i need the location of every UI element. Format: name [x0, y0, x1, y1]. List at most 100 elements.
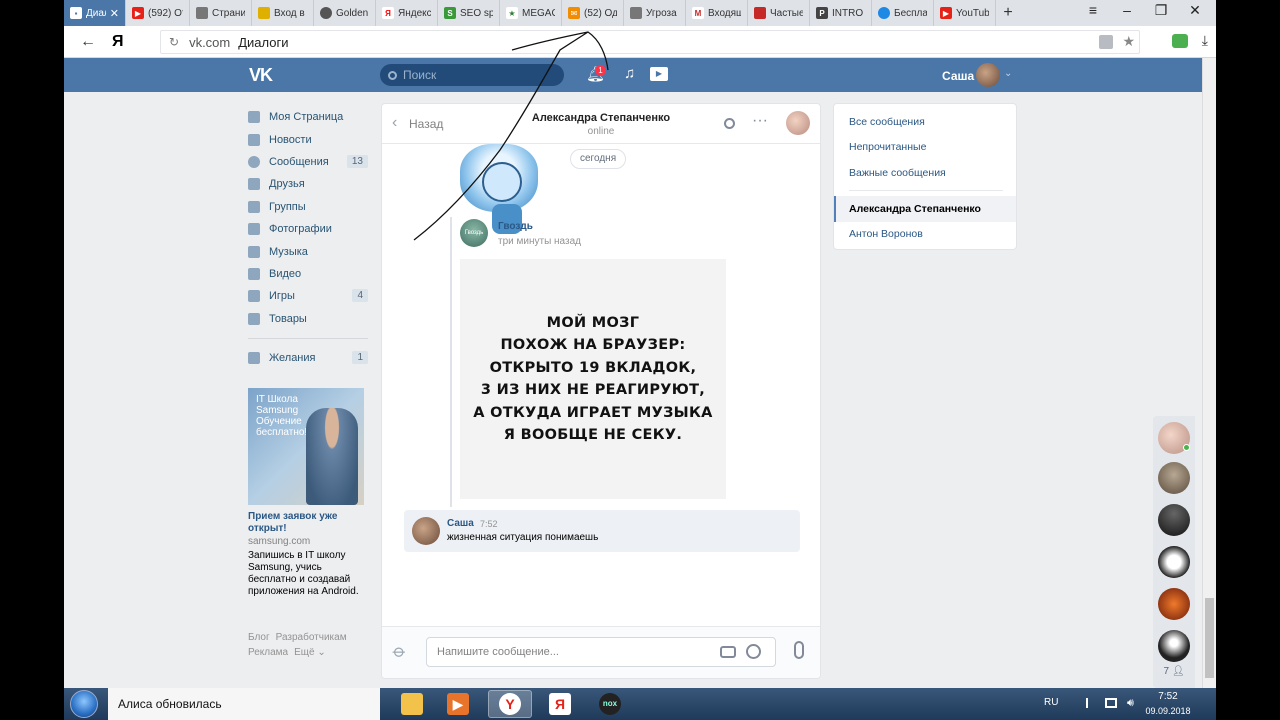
conversation-item-active[interactable]: Александра Степанченко: [834, 196, 1016, 222]
page-scrollbar[interactable]: [1202, 58, 1216, 688]
browser-tab-dialogs[interactable]: ▪ Диал ✕: [64, 0, 126, 26]
microphone-icon[interactable]: [794, 641, 804, 659]
minimize-icon[interactable]: –: [1112, 2, 1142, 18]
browser-tab[interactable]: Бесплат: [872, 0, 934, 26]
filter-important[interactable]: Важные сообщения: [834, 160, 1016, 186]
avatar[interactable]: [412, 517, 440, 545]
avatar[interactable]: [1158, 588, 1190, 620]
browser-tab[interactable]: Частые: [748, 0, 810, 26]
browser-tab[interactable]: P INTRO: [810, 0, 872, 26]
back-arrow-icon[interactable]: ←: [64, 33, 112, 51]
filter-all-messages[interactable]: Все сообщения: [834, 109, 1016, 135]
browser-tab[interactable]: ▶ YouTub: [934, 0, 996, 26]
taskbar-explorer[interactable]: [390, 690, 434, 718]
sidebar-item-my-page[interactable]: Моя Страница: [248, 106, 368, 128]
sidebar-item-groups[interactable]: Группы: [248, 196, 368, 218]
search-input[interactable]: Поиск: [380, 64, 564, 86]
taskbar-notification[interactable]: Алиса обновилась: [108, 688, 380, 720]
filter-unread[interactable]: Непрочитанные: [834, 134, 1016, 160]
download-icon[interactable]: ⤓: [1202, 32, 1208, 49]
footer-link-blog[interactable]: Блог: [248, 632, 270, 643]
page-favicon-icon: [196, 7, 208, 19]
avatar[interactable]: [786, 111, 810, 135]
browser-tab[interactable]: Я Яндекс: [376, 0, 438, 26]
url-field[interactable]: ↻ vk.com Диалоги ★: [160, 30, 1140, 54]
taskbar-yandex-browser[interactable]: Y: [488, 690, 532, 718]
meme-line: Я ВООБЩЕ НЕ СЕКУ.: [503, 427, 683, 443]
browser-tab[interactable]: M Входящ: [686, 0, 748, 26]
avatar[interactable]: Гвоздь: [460, 219, 488, 247]
sidebar-item-music[interactable]: Музыка: [248, 240, 368, 262]
new-tab-button[interactable]: +: [996, 4, 1020, 22]
avatar[interactable]: [1158, 504, 1190, 536]
ad-image[interactable]: IT Школа Samsung Обучение бесплатно!: [248, 388, 364, 505]
vk-logo[interactable]: VK: [249, 65, 273, 86]
browser-tab[interactable]: Вход в: [252, 0, 314, 26]
clock-time[interactable]: 7:52: [1144, 691, 1192, 702]
sidebar-item-photos[interactable]: Фотографии: [248, 218, 368, 240]
taskbar-yandex[interactable]: Я: [538, 690, 582, 718]
tab-label: Вход в: [274, 7, 305, 19]
scrollbar-thumb[interactable]: [1205, 598, 1214, 678]
browser-tab[interactable]: Golden: [314, 0, 376, 26]
footer-link-ads[interactable]: Реклама: [248, 647, 288, 658]
sidebar-item-news[interactable]: Новости: [248, 128, 368, 150]
clock-date[interactable]: 09.09.2018: [1144, 706, 1192, 716]
volume-icon[interactable]: 🔊︎: [1127, 697, 1134, 710]
close-window-icon[interactable]: ✕: [1180, 2, 1210, 19]
avatar[interactable]: [1158, 546, 1190, 578]
search-icon[interactable]: [724, 118, 735, 129]
paperclip-icon[interactable]: ⌀: [388, 640, 411, 663]
footer-link-more[interactable]: Ещё ⌄: [294, 647, 326, 658]
more-icon[interactable]: ···: [752, 112, 768, 130]
user-name[interactable]: Саша: [942, 69, 974, 83]
extension-icon[interactable]: [1172, 34, 1188, 48]
sidebar-item-games[interactable]: Игры 4: [248, 285, 368, 307]
sidebar-item-goods[interactable]: Товары: [248, 308, 368, 330]
browser-tab[interactable]: ✉ (52) Од: [562, 0, 624, 26]
avatar[interactable]: [1158, 462, 1190, 494]
browser-tab[interactable]: Угроза: [624, 0, 686, 26]
taskbar-nox[interactable]: nox: [588, 690, 632, 718]
sidebar-item-wishes[interactable]: Желания 1: [248, 347, 368, 369]
sidebar-item-friends[interactable]: Друзья: [248, 173, 368, 195]
footer-link-developers[interactable]: Разработчикам: [276, 632, 347, 643]
close-tab-icon[interactable]: ✕: [110, 7, 119, 20]
meme-image[interactable]: МОЙ МОЗГ ПОХОЖ НА БРАУЗЕР: ОТКРЫТО 19 ВК…: [460, 259, 726, 499]
star-favicon-icon: ★: [506, 7, 518, 19]
message-author[interactable]: Саша: [447, 518, 474, 529]
sidebar-item-video[interactable]: Видео: [248, 263, 368, 285]
emoji-icon[interactable]: [746, 644, 761, 659]
post-author[interactable]: Гвоздь: [498, 221, 533, 232]
maximize-icon[interactable]: ❐: [1146, 2, 1176, 19]
browser-tab[interactable]: Страни: [190, 0, 252, 26]
conversation-item[interactable]: Антон Воронов: [834, 221, 1016, 247]
browser-tab[interactable]: ▶ (592) От: [126, 0, 190, 26]
avatar[interactable]: [976, 63, 1000, 87]
reload-icon[interactable]: ↻: [169, 35, 179, 49]
language-indicator[interactable]: RU: [1044, 697, 1058, 708]
ad-block[interactable]: IT Школа Samsung Обучение бесплатно! При…: [248, 388, 366, 598]
sidebar-item-label: Друзья: [269, 178, 305, 191]
video-player-icon[interactable]: ▶: [650, 67, 668, 81]
taskbar-media[interactable]: ▶: [436, 690, 480, 718]
start-button[interactable]: [70, 690, 98, 718]
yandex-logo[interactable]: Я: [112, 33, 136, 51]
avatar[interactable]: [1158, 630, 1190, 662]
dock-counter[interactable]: 7 👤︎: [1153, 666, 1195, 677]
network-icon[interactable]: [1105, 698, 1117, 708]
message-item[interactable]: Саша 7:52 жизненная ситуация понимаешь: [404, 510, 800, 552]
bookmark-star-icon[interactable]: ★: [1122, 33, 1135, 50]
ad-title[interactable]: Прием заявок уже открыт!: [248, 511, 366, 535]
sidebar-item-messages[interactable]: Сообщения 13: [248, 151, 368, 173]
camera-icon[interactable]: [720, 646, 736, 658]
browser-tab[interactable]: S SEO spr: [438, 0, 500, 26]
lock-icon[interactable]: [1099, 35, 1113, 49]
video-icon: [248, 267, 260, 280]
chevron-down-icon[interactable]: ⌄: [1004, 68, 1012, 79]
menu-icon[interactable]: ≡: [1078, 2, 1108, 18]
browser-tab[interactable]: ★ MEGAC: [500, 0, 562, 26]
flag-icon[interactable]: [1086, 698, 1096, 708]
music-player-icon[interactable]: ♫: [624, 65, 635, 82]
post-time[interactable]: три минуты назад: [498, 236, 581, 247]
